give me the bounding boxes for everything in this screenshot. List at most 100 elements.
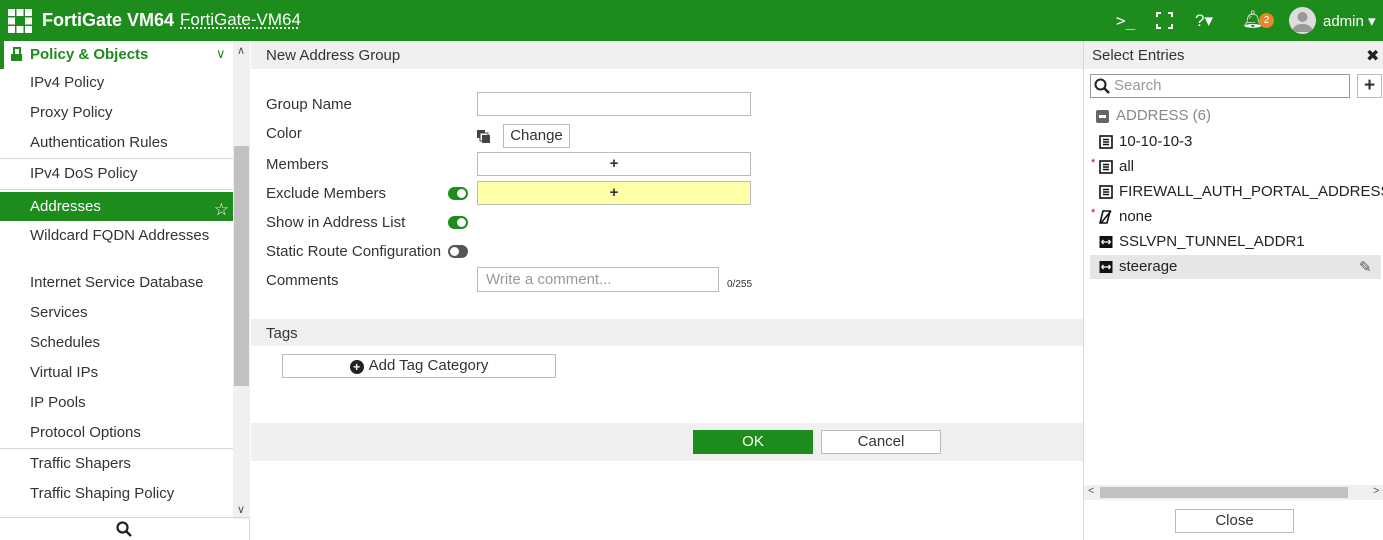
avatar[interactable] [1289,7,1316,34]
scroll-up-icon[interactable]: ∧ [237,44,245,57]
group-name-input[interactable] [477,92,751,116]
tags-section-header: Tags [251,319,1083,346]
entry-steerage[interactable]: steerage ✎ [1090,255,1381,279]
close-button[interactable]: Close [1175,509,1294,533]
cli-console-icon[interactable]: >_ [1116,11,1135,30]
entry-label: 10-10-10-3 [1119,133,1193,150]
top-bar: FortiGate VM64 FortiGate-VM64 >_ ?▾ 🔔︎ 2… [0,0,1383,41]
sidebar-item-proxy-policy[interactable]: Proxy Policy [0,104,233,121]
fullscreen-icon[interactable] [1156,12,1173,29]
scroll-right-icon[interactable]: > [1373,485,1379,497]
color-label: Color [266,125,302,142]
comments-textarea[interactable]: Write a comment... [477,267,719,292]
entry-sslvpn-tunnel-addr1[interactable]: SSLVPN_TUNNEL_ADDR1 [1090,230,1381,254]
color-swatch-icon [477,130,490,143]
scroll-left-icon[interactable]: < [1088,485,1094,497]
sidebar-item-protocol-options[interactable]: Protocol Options [0,424,233,441]
sidebar-divider [0,448,233,449]
add-tag-category-button[interactable]: + Add Tag Category [282,354,556,378]
notification-badge: 2 [1259,13,1274,28]
cancel-button[interactable]: Cancel [821,430,941,454]
address-list-icon [1099,135,1113,149]
entries-search-input[interactable]: Search [1090,74,1350,98]
hostname-link[interactable]: FortiGate-VM64 [180,10,301,30]
collapse-group-icon[interactable] [1096,110,1109,123]
fortinet-logo-icon [8,9,32,33]
close-icon[interactable]: ✖ [1366,46,1379,66]
sidebar-item-internet-service-db[interactable]: Internet Service Database [0,274,233,291]
address-list-icon [1099,160,1113,174]
show-in-list-toggle[interactable] [448,216,468,229]
entry-10-10-10-3[interactable]: 10-10-10-3 [1090,130,1381,154]
user-menu[interactable]: admin ▾ [1323,12,1376,30]
sidebar-item-wildcard-fqdn[interactable]: Wildcard FQDN Addresses [0,227,233,245]
help-icon[interactable]: ?▾ [1195,11,1213,31]
sidebar-section-policy-objects[interactable]: Policy & Objects ∨ [0,41,233,69]
search-icon [1094,78,1110,94]
sidebar-item-authentication-rules[interactable]: Authentication Rules [0,134,233,151]
sidebar-item-ip-pools[interactable]: IP Pools [0,394,233,411]
scrollbar-thumb[interactable] [234,146,249,386]
no-address-icon [1099,210,1112,224]
sidebar-item-traffic-shaping-policy[interactable]: Traffic Shaping Policy [0,485,233,502]
address-group-header[interactable]: ADDRESS (6) [1116,107,1211,124]
tags-title: Tags [266,325,298,342]
ip-range-icon [1099,236,1113,248]
change-color-button[interactable]: Change [503,124,570,148]
sidebar-divider [0,189,233,190]
show-in-list-label: Show in Address List [266,214,406,231]
ok-button[interactable]: OK [693,430,813,454]
edit-pencil-icon[interactable]: ✎ [1359,258,1372,276]
entry-none[interactable]: * none [1090,205,1381,229]
required-marker: * [1091,207,1096,219]
members-label: Members [266,156,329,173]
plus-circle-icon: + [349,360,364,374]
horizontal-scrollbar[interactable]: < > [1084,485,1383,500]
entry-label: steerage [1119,258,1178,275]
form-footer: OK Cancel [251,423,1083,461]
sidebar-item-ipv4-dos-policy[interactable]: IPv4 DoS Policy [0,165,233,182]
sidebar-section-title: Policy & Objects [30,46,149,63]
entry-firewall-auth-portal[interactable]: FIREWALL_AUTH_PORTAL_ADDRESS [1090,180,1383,204]
policy-icon [11,47,22,61]
search-icon[interactable] [116,521,132,537]
sidebar-item-traffic-shapers[interactable]: Traffic Shapers [0,455,233,472]
sidebar-divider [0,158,233,159]
sidebar-item-schedules[interactable]: Schedules [0,334,233,351]
sidebar-item-label: Addresses [30,198,101,215]
add-tag-label: Add Tag Category [368,357,489,374]
brand-name: FortiGate VM64 [42,10,175,30]
comments-label: Comments [266,272,339,289]
page-title: New Address Group [266,47,401,64]
sidebar-item-virtual-ips[interactable]: Virtual IPs [0,364,233,381]
chevron-down-icon[interactable]: ∨ [216,46,226,62]
entry-all[interactable]: * all [1090,155,1381,179]
static-route-toggle[interactable] [448,245,468,258]
entry-label: none [1119,208,1153,225]
ip-range-icon [1099,261,1113,273]
sidebar-item-ipv4-policy[interactable]: IPv4 Policy [0,74,233,91]
exclude-members-add-button[interactable]: + [477,181,751,205]
sidebar-item-services[interactable]: Services [0,304,233,321]
sidebar-scrollbar[interactable]: ∧ ∨ [233,41,250,519]
add-entry-button[interactable]: + [1357,74,1382,98]
address-group-form: New Address Group Group Name Color Chang… [251,41,1083,540]
star-icon[interactable]: ☆ [214,195,229,224]
scrollbar-thumb[interactable] [1100,487,1348,498]
comment-counter: 0/255 [727,279,753,290]
static-route-label: Static Route Configuration [266,243,442,260]
exclude-members-toggle[interactable] [448,187,468,200]
panel-header: Select Entries ✖ [1084,41,1383,69]
form-header: New Address Group [251,41,1083,69]
sidebar-search[interactable] [0,517,250,540]
members-add-button[interactable]: + [477,152,751,176]
exclude-members-label: Exclude Members [266,185,387,202]
sidebar-item-addresses[interactable]: Addresses ☆ [0,192,233,221]
required-marker: * [1091,157,1096,169]
sidebar: Policy & Objects ∨ IPv4 Policy Proxy Pol… [0,41,250,540]
select-entries-panel: Select Entries ✖ Search + ADDRESS (6) 10… [1083,41,1383,540]
entry-label: SSLVPN_TUNNEL_ADDR1 [1119,233,1305,250]
address-list-icon [1099,185,1113,199]
panel-title: Select Entries [1092,47,1185,64]
scroll-down-icon[interactable]: ∨ [237,503,245,516]
